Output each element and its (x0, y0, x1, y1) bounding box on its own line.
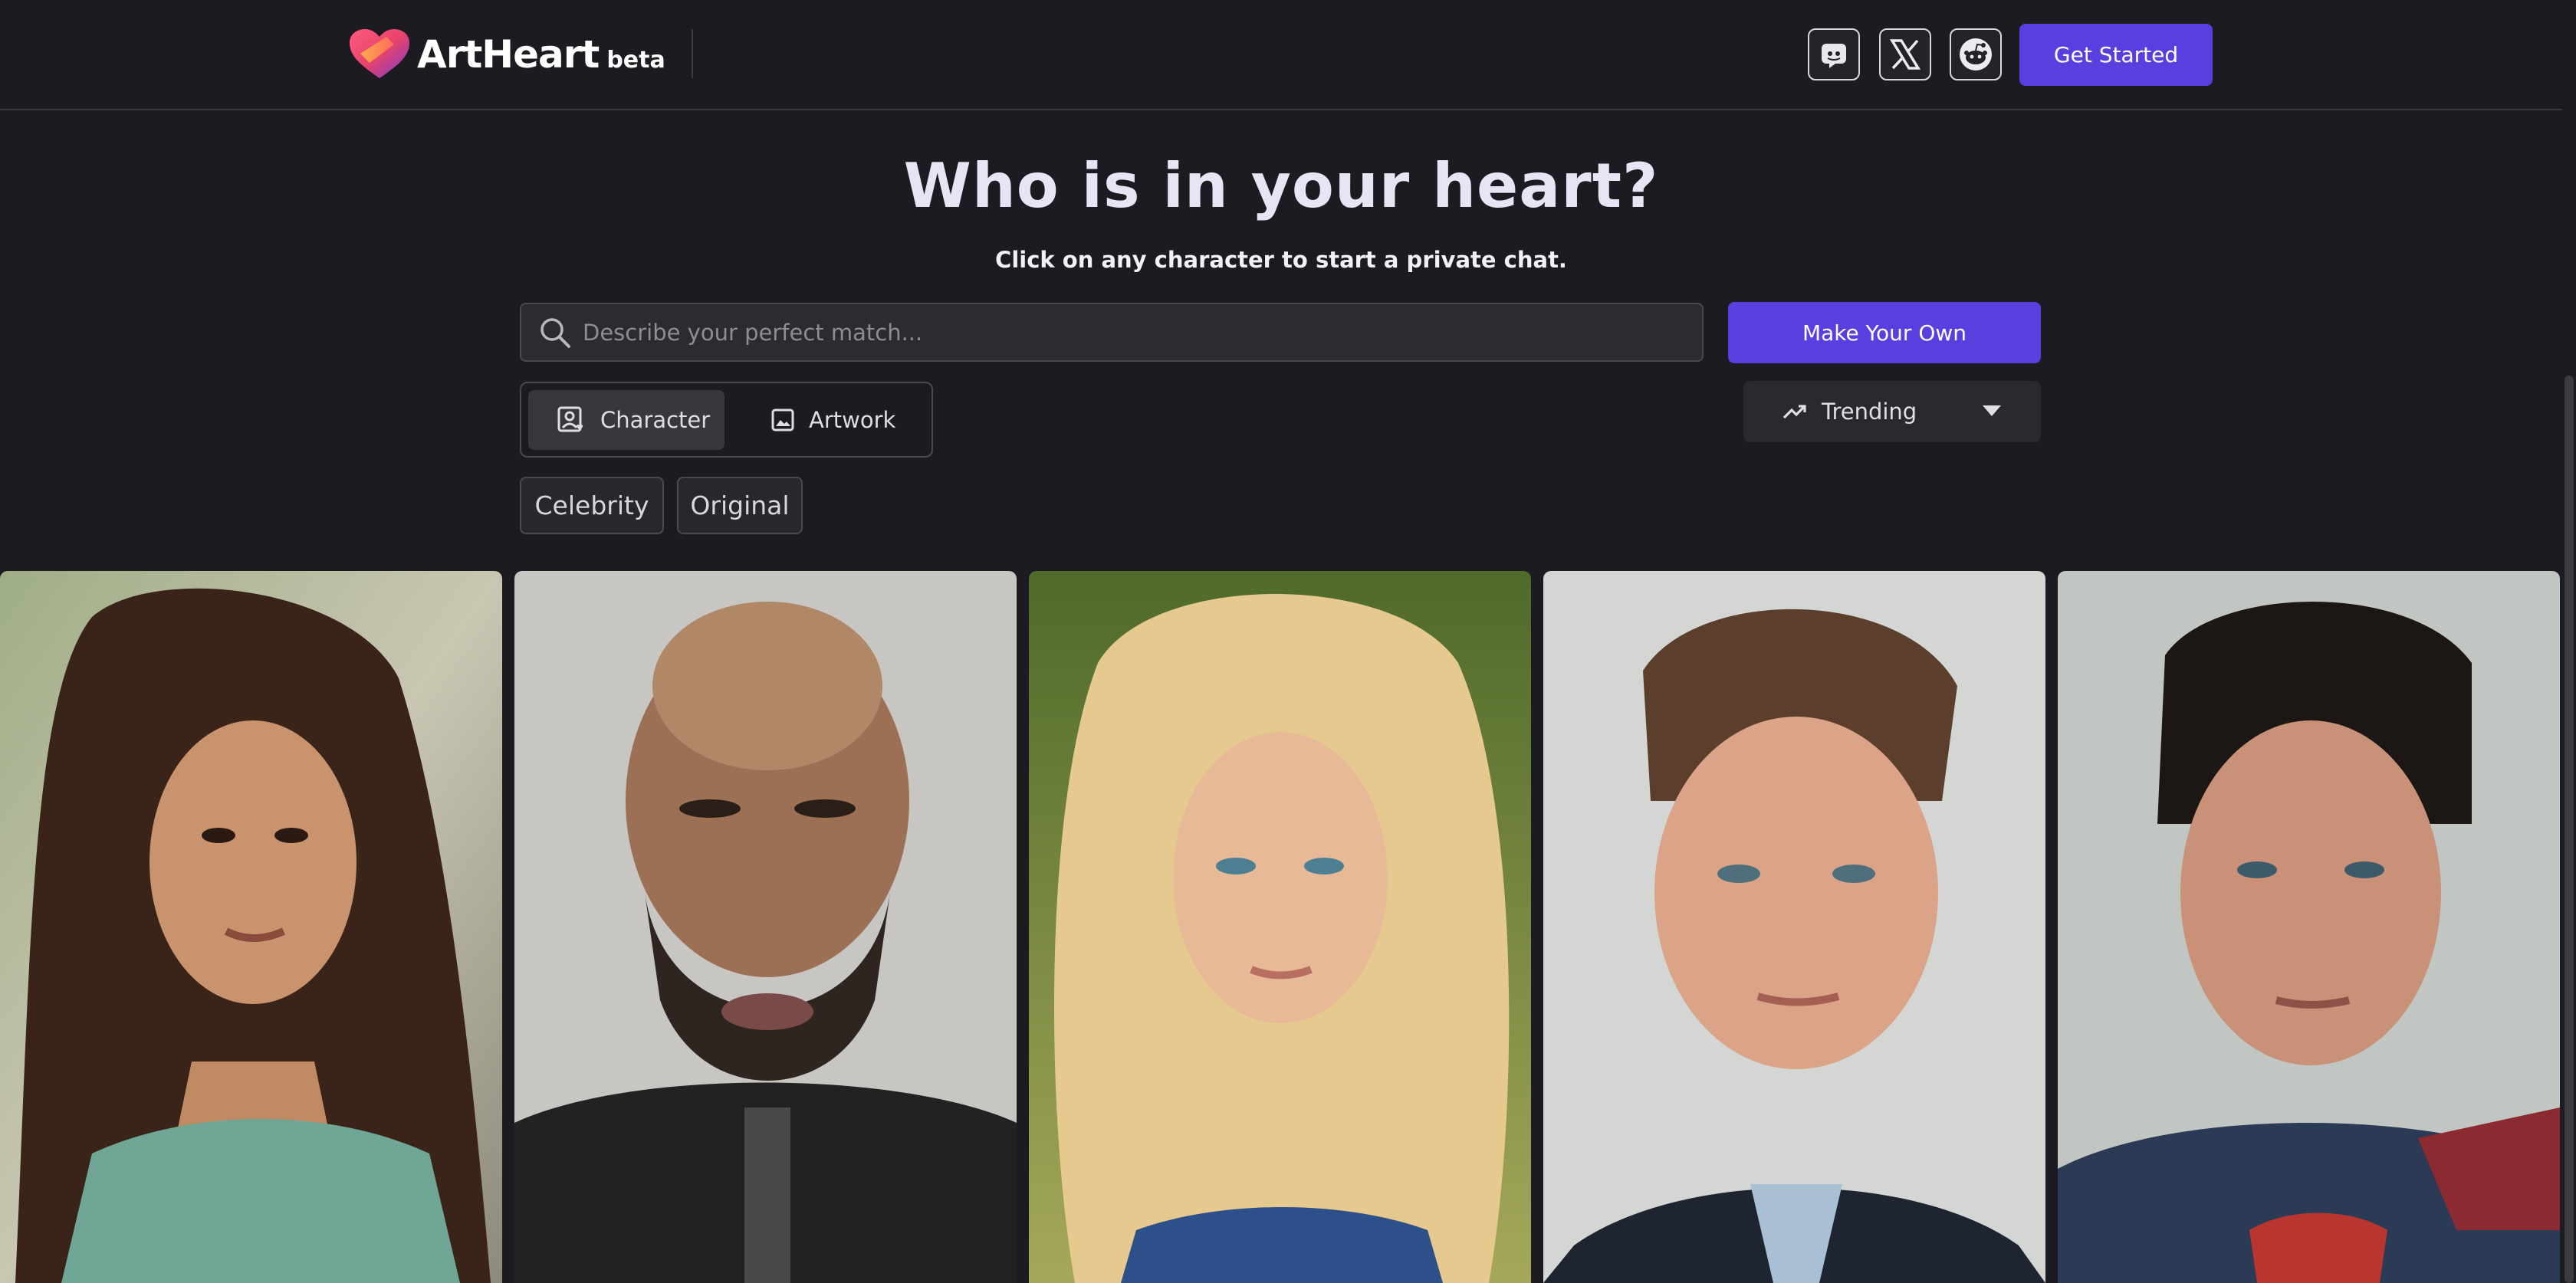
character-card[interactable] (1029, 571, 1531, 1283)
filter-chip-original[interactable]: Original (677, 477, 803, 534)
top-navbar: ArtHeart beta Get Started (0, 0, 2562, 110)
page-subtitle: Click on any character to start a privat… (995, 247, 1567, 273)
discord-icon (1822, 44, 1846, 68)
type-toggle: Character Artwork (520, 382, 933, 458)
search-icon (540, 317, 570, 348)
character-card[interactable] (2058, 571, 2560, 1283)
tab-character[interactable]: Character (528, 390, 724, 450)
character-portrait-image (1029, 571, 1531, 1283)
reddit-icon (1960, 38, 1992, 71)
character-icon (557, 406, 583, 432)
page-scrollbar[interactable] (2562, 0, 2576, 1283)
character-portrait-image (2058, 571, 2560, 1283)
search-input[interactable] (583, 304, 1702, 360)
tab-artwork-label: Artwork (809, 407, 896, 433)
heart-logo-icon (350, 29, 409, 78)
discord-button[interactable] (1808, 28, 1860, 80)
scrollbar-thumb[interactable] (2564, 376, 2574, 1283)
x-icon (1889, 39, 1921, 70)
character-card[interactable] (514, 571, 1017, 1283)
search-bar (520, 303, 1704, 362)
image-icon (771, 409, 794, 431)
character-portrait-image (514, 571, 1017, 1283)
tab-artwork[interactable]: Artwork (770, 390, 924, 450)
make-your-own-button[interactable]: Make Your Own (1728, 302, 2041, 363)
reddit-button[interactable] (1950, 28, 2002, 80)
character-card[interactable] (1543, 571, 2045, 1283)
get-started-button[interactable]: Get Started (2019, 24, 2213, 86)
character-portrait-image (1543, 571, 2045, 1283)
character-gallery (0, 571, 2562, 1283)
character-card[interactable] (0, 571, 502, 1283)
tab-character-label: Character (600, 407, 711, 433)
brand-name: ArtHeart (417, 32, 600, 77)
chevron-down-icon (1983, 405, 2001, 416)
sort-dropdown[interactable]: Trending (1743, 381, 2041, 442)
character-portrait-image (0, 571, 502, 1283)
x-twitter-button[interactable] (1879, 28, 1931, 80)
brand-logo[interactable]: ArtHeart beta (347, 28, 665, 81)
trending-up-icon (1783, 405, 1806, 419)
header-divider (692, 29, 693, 78)
sort-selected-label: Trending (1822, 399, 1917, 425)
filter-chip-celebrity[interactable]: Celebrity (520, 477, 664, 534)
beta-badge: beta (606, 46, 665, 74)
page-title: Who is in your heart? (903, 150, 1659, 221)
